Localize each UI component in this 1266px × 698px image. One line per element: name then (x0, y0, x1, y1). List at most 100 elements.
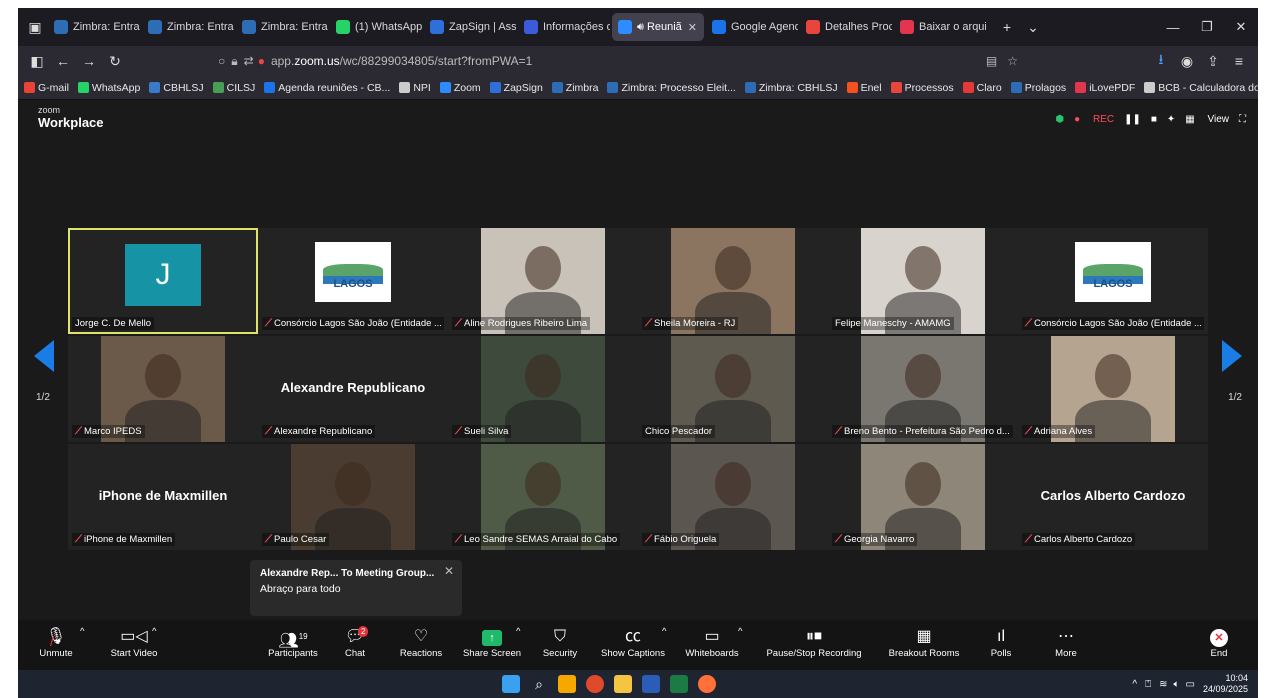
end-meeting-button[interactable]: ✕ End (1204, 626, 1234, 659)
video-options-chevron-icon[interactable]: ^ (152, 626, 156, 637)
browser-tab[interactable]: Informações d (518, 13, 610, 41)
polls-button[interactable]: ıl Polls (986, 626, 1016, 659)
pause-recording-icon[interactable]: ❚❚ (1124, 114, 1141, 125)
participant-tile[interactable]: ⟋ Sueli Silva (448, 336, 638, 442)
close-window-button[interactable]: ✕ (1224, 19, 1258, 35)
chat-button[interactable]: 💬︎ 2 Chat (340, 626, 370, 659)
tray-mic-icon[interactable]: ⍞ (1145, 679, 1151, 690)
bookmark-item[interactable]: G-mail (24, 82, 69, 94)
browser-tab[interactable]: 🔊︎ Reuniã ✕ (612, 13, 704, 41)
extensions-icon[interactable]: ⇪ (1200, 53, 1226, 70)
windows-start-icon[interactable] (502, 675, 520, 693)
bookmark-star-icon[interactable]: ☆ (1007, 54, 1018, 68)
participant-tile[interactable]: ⟋ Leo Sandre SEMAS Arraial do Cabo (448, 444, 638, 550)
bookmark-item[interactable]: Zoom (439, 82, 481, 94)
breakout-rooms-button[interactable]: ▦ Breakout Rooms (886, 626, 962, 659)
whiteboard-options-chevron-icon[interactable]: ^ (738, 626, 742, 637)
browser-tab[interactable]: ZapSign | Assin (424, 13, 516, 41)
restore-button[interactable]: ❐ (1190, 19, 1224, 35)
bookmark-item[interactable]: Enel (846, 82, 882, 94)
bookmark-item[interactable]: CBHLSJ (149, 82, 204, 94)
bookmark-item[interactable]: BCB - Calculadora do ... (1144, 82, 1258, 94)
participant-tile[interactable]: ⟋ Marco IPEDS (68, 336, 258, 442)
participant-tile[interactable]: ⟋ Georgia Navarro (828, 444, 1018, 550)
bookmark-item[interactable]: Claro (962, 82, 1002, 94)
participant-tile[interactable]: iPhone de Maxmillen ⟋ iPhone de Maxmillen (68, 444, 258, 550)
bookmark-item[interactable]: Prolagos (1010, 82, 1066, 94)
bookmark-item[interactable]: CILSJ (212, 82, 255, 94)
next-page-arrow[interactable] (1222, 340, 1242, 372)
ai-companion-icon[interactable]: ✦ (1167, 114, 1175, 125)
participant-tile[interactable]: LAGOS ⟋ Consórcio Lagos São João (Entidade… (258, 228, 448, 334)
audio-playing-icon[interactable]: 🔊︎ (637, 21, 644, 34)
bookmark-item[interactable]: Processos (890, 82, 954, 94)
tray-chevron-icon[interactable]: ^ (1132, 679, 1137, 690)
unmute-button[interactable]: 🎙︎ / Unmute (36, 626, 76, 659)
bookmark-item[interactable]: WhatsApp (77, 82, 140, 94)
browser-tab[interactable]: Zimbra: Entrad (236, 13, 328, 41)
word-icon[interactable] (642, 675, 660, 693)
chat-notification[interactable]: Alexandre Rep... To Meeting Group... Abr… (250, 560, 462, 616)
captions-options-chevron-icon[interactable]: ^ (662, 626, 666, 637)
file-explorer-icon[interactable] (614, 675, 632, 693)
reader-view-icon[interactable]: ▤ (986, 54, 997, 68)
minimize-button[interactable]: — (1156, 20, 1190, 35)
participant-tile[interactable]: Chico Pescador (638, 336, 828, 442)
sidebar-toggle-icon[interactable]: ◧ (24, 53, 50, 70)
bookmark-item[interactable]: Agenda reuniões - CB... (264, 82, 390, 94)
participant-tile[interactable]: LAGOS ⟋ Consórcio Lagos São João (Entidade… (1018, 228, 1208, 334)
participant-tile[interactable]: ⟋ Aline Rodrigues Ribeiro Lima (448, 228, 638, 334)
more-button[interactable]: ⋯ More (1048, 626, 1084, 659)
permissions-icon[interactable]: ⇄ (244, 54, 254, 68)
security-button[interactable]: ⛉ Security (538, 626, 582, 659)
participants-button[interactable]: 👥︎19 Participants (262, 626, 324, 659)
menu-icon[interactable]: ≡ (1226, 53, 1252, 69)
browser-tab[interactable]: Zimbra: Entrad (48, 13, 140, 41)
browser-tab[interactable]: Detalhes Proce (800, 13, 892, 41)
forward-button[interactable]: → (76, 53, 102, 69)
participant-tile[interactable]: Alexandre Republicano ⟋ Alexandre Republic… (258, 336, 448, 442)
search-icon[interactable]: ⌕ (530, 675, 548, 693)
microphone-permission-icon[interactable]: ● (258, 54, 265, 68)
participant-tile[interactable]: Felipe Maneschy - AMAMG (828, 228, 1018, 334)
bookmark-item[interactable]: NPI (399, 82, 431, 94)
participant-tile[interactable]: ⟋ Sheila Moreira - RJ (638, 228, 828, 334)
bookmark-item[interactable]: Zimbra: CBHLSJ (744, 82, 838, 94)
close-tab-icon[interactable]: ✕ (688, 21, 697, 34)
widget-app-icon[interactable] (558, 675, 576, 693)
share-screen-button[interactable]: ↑ Share Screen (460, 626, 524, 659)
reload-button[interactable]: ↻ (102, 53, 128, 70)
close-icon[interactable]: ✕ (444, 564, 454, 578)
back-button[interactable]: ← (50, 53, 76, 69)
show-captions-button[interactable]: ㏄ Show Captions (598, 626, 668, 659)
battery-icon[interactable]: ▭ (1186, 679, 1195, 690)
browser-tab[interactable]: Zimbra: Entrad (142, 13, 234, 41)
bookmark-item[interactable]: iLovePDF (1075, 82, 1135, 94)
bookmark-item[interactable]: ZapSign (489, 82, 543, 94)
tab-overview-icon[interactable]: ▣ (22, 19, 48, 36)
reactions-button[interactable]: ♡ Reactions (396, 626, 446, 659)
tab-list-chevron-icon[interactable]: ⌄ (1020, 19, 1046, 36)
firefox-icon[interactable] (698, 675, 716, 693)
participant-tile[interactable]: ⟋ Adriana Alves (1018, 336, 1208, 442)
participant-tile[interactable]: ⟋ Paulo Cesar (258, 444, 448, 550)
previous-page-arrow[interactable] (34, 340, 54, 372)
pause-stop-recording-button[interactable]: ⏸⏹ Pause/Stop Recording (764, 626, 864, 659)
fullscreen-icon[interactable]: ⛶ (1239, 114, 1246, 125)
bookmark-item[interactable]: Zimbra: Processo Eleit... (607, 82, 736, 94)
downloads-icon[interactable]: ⭳ (1148, 49, 1174, 73)
wifi-icon[interactable]: ≋ (1159, 679, 1167, 690)
participant-tile[interactable]: ⟋ Fábio Origuela (638, 444, 828, 550)
whiteboards-button[interactable]: ▭ Whiteboards (680, 626, 744, 659)
address-bar[interactable]: ○ 🔒︎ ⇄ ● app.zoom.us/wc/88299034805/star… (218, 49, 1018, 73)
share-options-chevron-icon[interactable]: ^ (516, 626, 520, 637)
account-icon[interactable]: ◉ (1174, 53, 1200, 70)
view-button[interactable]: ▦ View (1185, 114, 1229, 125)
participant-tile[interactable]: Carlos Alberto Cardozo ⟋ Carlos Alberto Ca… (1018, 444, 1208, 550)
volume-icon[interactable]: 🔈︎ (1174, 679, 1180, 690)
new-tab-button[interactable]: + (994, 19, 1020, 35)
stop-recording-icon[interactable]: ■ (1151, 114, 1157, 125)
browser-tab[interactable]: (1) WhatsApp (330, 13, 422, 41)
browser-tab[interactable]: Google Agend (706, 13, 798, 41)
encryption-shield-icon[interactable]: ⬢ (1055, 114, 1064, 125)
